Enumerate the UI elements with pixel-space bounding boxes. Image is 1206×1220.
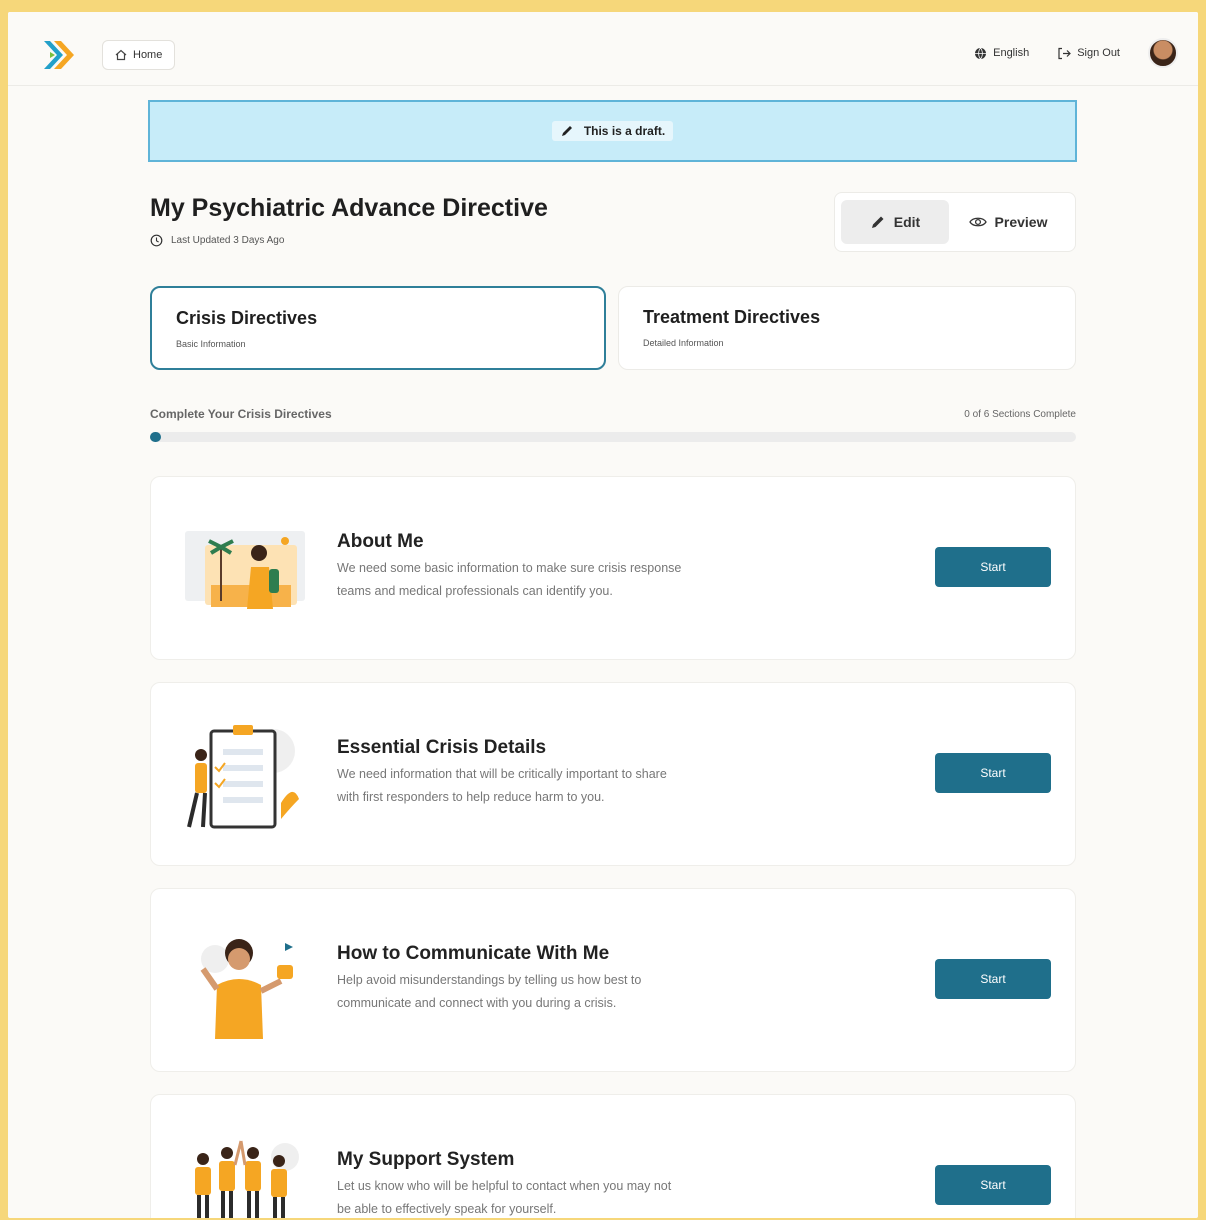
section-description-line: with first responders to help reduce har…: [337, 790, 605, 804]
avatar[interactable]: [1148, 38, 1178, 68]
section-description: We need some basic information to make s…: [337, 557, 767, 603]
tab-crisis-directives[interactable]: Crisis Directives Basic Information: [150, 286, 606, 370]
page-title: My Psychiatric Advance Directive: [150, 194, 548, 222]
section-card-about-me: About Me We need some basic information …: [150, 476, 1076, 660]
draft-banner-text: This is a draft.: [583, 124, 666, 138]
tab-title: Treatment Directives: [643, 307, 821, 327]
section-title: My Support System: [337, 1149, 515, 1170]
section-card-my-support-system: My Support System Let us know who will b…: [150, 1094, 1076, 1218]
language-label: English: [993, 47, 1030, 59]
tab-title: Crisis Directives: [176, 308, 318, 328]
start-about-me-button[interactable]: Start: [935, 547, 1051, 587]
logo-icon[interactable]: [42, 38, 76, 72]
language-selector[interactable]: English: [974, 47, 1029, 60]
globe-icon: [975, 47, 987, 59]
section-description-line: Help avoid misunderstandings by telling …: [337, 973, 642, 987]
section-title: About Me: [337, 531, 424, 552]
clock-icon: [150, 234, 163, 247]
pencil-icon: [871, 216, 884, 228]
progress-bar-fill: [150, 432, 162, 442]
draft-banner: This is a draft.: [148, 100, 1077, 162]
preview-button[interactable]: Preview: [949, 200, 1067, 244]
edit-label: Edit: [893, 214, 921, 230]
about-me-illustration-icon: [185, 531, 305, 609]
sign-out-icon: [1058, 47, 1072, 59]
last-updated-text: Last Updated 3 Days Ago: [171, 235, 285, 246]
communication-illustration-icon: [200, 939, 293, 1039]
tab-subtitle: Basic Information: [176, 339, 246, 349]
section-description-line: We need information that will be critica…: [337, 767, 667, 781]
home-icon: [115, 49, 127, 61]
sign-out-button[interactable]: Sign Out: [1057, 47, 1120, 60]
section-title: Essential Crisis Details: [337, 737, 547, 758]
progress-label: Complete Your Crisis Directives: [150, 407, 332, 421]
tab-subtitle: Detailed Information: [643, 338, 724, 348]
last-updated: Last Updated 3 Days Ago: [150, 234, 284, 247]
nav-right: English Sign Out: [974, 38, 1178, 68]
checklist-illustration-icon: [187, 725, 299, 829]
eye-icon: [968, 217, 987, 227]
sign-out-label: Sign Out: [1077, 47, 1120, 59]
section-card-how-to-communicate: How to Communicate With Me Help avoid mi…: [150, 888, 1076, 1072]
section-description-line: be able to effectively speak for yoursel…: [337, 1202, 557, 1216]
section-description: We need information that will be critica…: [337, 763, 767, 809]
draft-banner-content: This is a draft.: [551, 121, 674, 141]
top-navigation: Home English Sign Out: [8, 12, 1198, 86]
progress-bar: [150, 432, 1076, 442]
home-label: Home: [133, 49, 163, 61]
start-essential-crisis-details-button[interactable]: Start: [935, 753, 1051, 793]
app-window: Home English Sign Out This is a draft. M…: [8, 12, 1198, 1218]
pencil-icon: [561, 126, 572, 136]
section-description: Help avoid misunderstandings by telling …: [337, 969, 767, 1015]
preview-label: Preview: [994, 214, 1048, 230]
section-title: How to Communicate With Me: [337, 943, 610, 964]
home-button[interactable]: Home: [102, 40, 176, 70]
section-card-essential-crisis-details: Essential Crisis Details We need informa…: [150, 682, 1076, 866]
tab-treatment-directives[interactable]: Treatment Directives Detailed Informatio…: [618, 286, 1076, 370]
mode-toggle: Edit Preview: [834, 192, 1076, 252]
section-description-line: communicate and connect with you during …: [337, 996, 617, 1010]
support-group-illustration-icon: [195, 1140, 299, 1218]
section-description-line: We need some basic information to make s…: [337, 561, 682, 575]
start-my-support-system-button[interactable]: Start: [935, 1165, 1051, 1205]
progress-count: 0 of 6 Sections Complete: [964, 409, 1076, 420]
section-description: Let us know who will be helpful to conta…: [337, 1175, 767, 1218]
section-description-line: teams and medical professionals can iden…: [337, 584, 613, 598]
start-how-to-communicate-button[interactable]: Start: [935, 959, 1051, 999]
edit-button[interactable]: Edit: [841, 200, 949, 244]
section-description-line: Let us know who will be helpful to conta…: [337, 1179, 672, 1193]
